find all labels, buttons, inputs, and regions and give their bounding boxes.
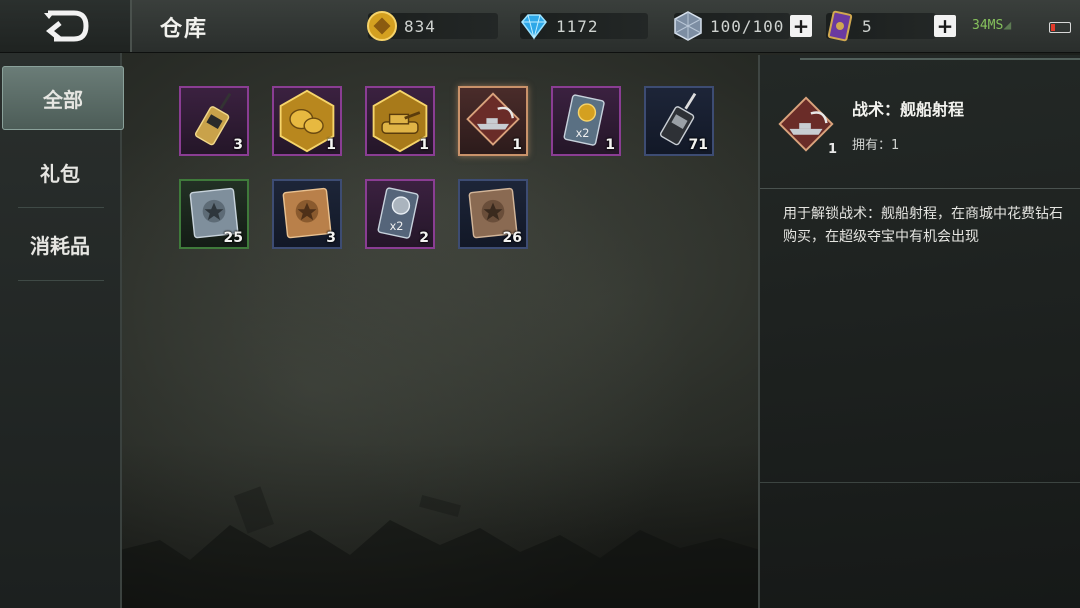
- inventory-item-bronze-star-book[interactable]: 3: [272, 179, 342, 249]
- gold-resource: 834: [367, 11, 498, 41]
- panel-divider: [800, 58, 1080, 60]
- svg-text:x2: x2: [576, 127, 590, 140]
- tab-label: 礼包: [40, 161, 80, 186]
- inventory-item-steel-star-book[interactable]: 25: [179, 179, 249, 249]
- top-bar: 仓库 834 1172 100/100 + 5 + 34MS◢: [0, 0, 1080, 53]
- add-ticket-button[interactable]: +: [934, 15, 956, 37]
- detail-item-count: 1: [828, 142, 838, 157]
- sidebar-divider: [18, 207, 104, 208]
- category-sidebar: [0, 53, 122, 608]
- diamond-resource: 1172: [520, 13, 648, 40]
- back-button[interactable]: [0, 0, 132, 52]
- battery-icon: [1049, 22, 1071, 33]
- inventory-item-walkie-talkie-silver[interactable]: 71: [644, 86, 714, 156]
- gold-coin-icon: [367, 11, 397, 41]
- item-count: 26: [502, 230, 522, 246]
- item-count: 71: [688, 137, 708, 153]
- detail-description: 用于解锁战术：舰船射程，在商城中花费钻石购买，在超级夺宝中有机会出现: [783, 206, 1063, 245]
- tab-gift-packs[interactable]: 礼包: [0, 140, 120, 204]
- tab-label: 消耗品: [30, 233, 90, 258]
- stamina-crystal-icon: [674, 11, 702, 41]
- ping-indicator: 34MS◢: [972, 18, 1011, 33]
- item-count: 2: [419, 230, 429, 246]
- detail-owned: 拥有：1: [852, 138, 900, 153]
- diamond-icon: [521, 14, 547, 40]
- stamina-resource: 100/100: [674, 11, 790, 41]
- back-arrow-icon: [44, 10, 89, 42]
- wifi-icon: ◢: [1003, 18, 1012, 33]
- item-count: 1: [605, 137, 615, 153]
- panel-divider: [760, 188, 1080, 189]
- item-count: 3: [233, 137, 243, 153]
- item-count: 1: [326, 137, 336, 153]
- item-count: 1: [419, 137, 429, 153]
- item-count: 25: [223, 230, 243, 246]
- inventory-item-gold-badge-chat[interactable]: 1: [272, 86, 342, 156]
- tab-all[interactable]: 全部: [2, 66, 124, 130]
- inventory-item-gold-tank-badge[interactable]: 1: [365, 86, 435, 156]
- inventory-item-brown-star-book[interactable]: 26: [458, 179, 528, 249]
- ticket-card-icon: [827, 10, 853, 42]
- inventory-item-walkie-talkie-gold[interactable]: 3: [179, 86, 249, 156]
- add-stamina-button[interactable]: +: [790, 15, 812, 37]
- inventory-item-gold-double-card[interactable]: x2 1: [551, 86, 621, 156]
- panel-divider: [760, 482, 1080, 483]
- ping-text: 34MS: [972, 18, 1004, 33]
- item-count: 1: [512, 137, 522, 153]
- page-title: 仓库: [160, 17, 209, 42]
- svg-text:x2: x2: [390, 220, 404, 233]
- detail-item-name: 战术：舰船射程: [852, 100, 965, 119]
- sidebar-divider: [18, 280, 104, 281]
- ticket-resource: 5: [826, 10, 936, 42]
- tab-consumables[interactable]: 消耗品: [0, 212, 120, 276]
- background-ruins: [120, 486, 760, 608]
- tab-label: 全部: [43, 87, 83, 112]
- inventory-item-naval-gunfire-tactic[interactable]: 1: [458, 86, 528, 156]
- inventory-item-silver-double-card[interactable]: x2 2: [365, 179, 435, 249]
- item-count: 3: [326, 230, 336, 246]
